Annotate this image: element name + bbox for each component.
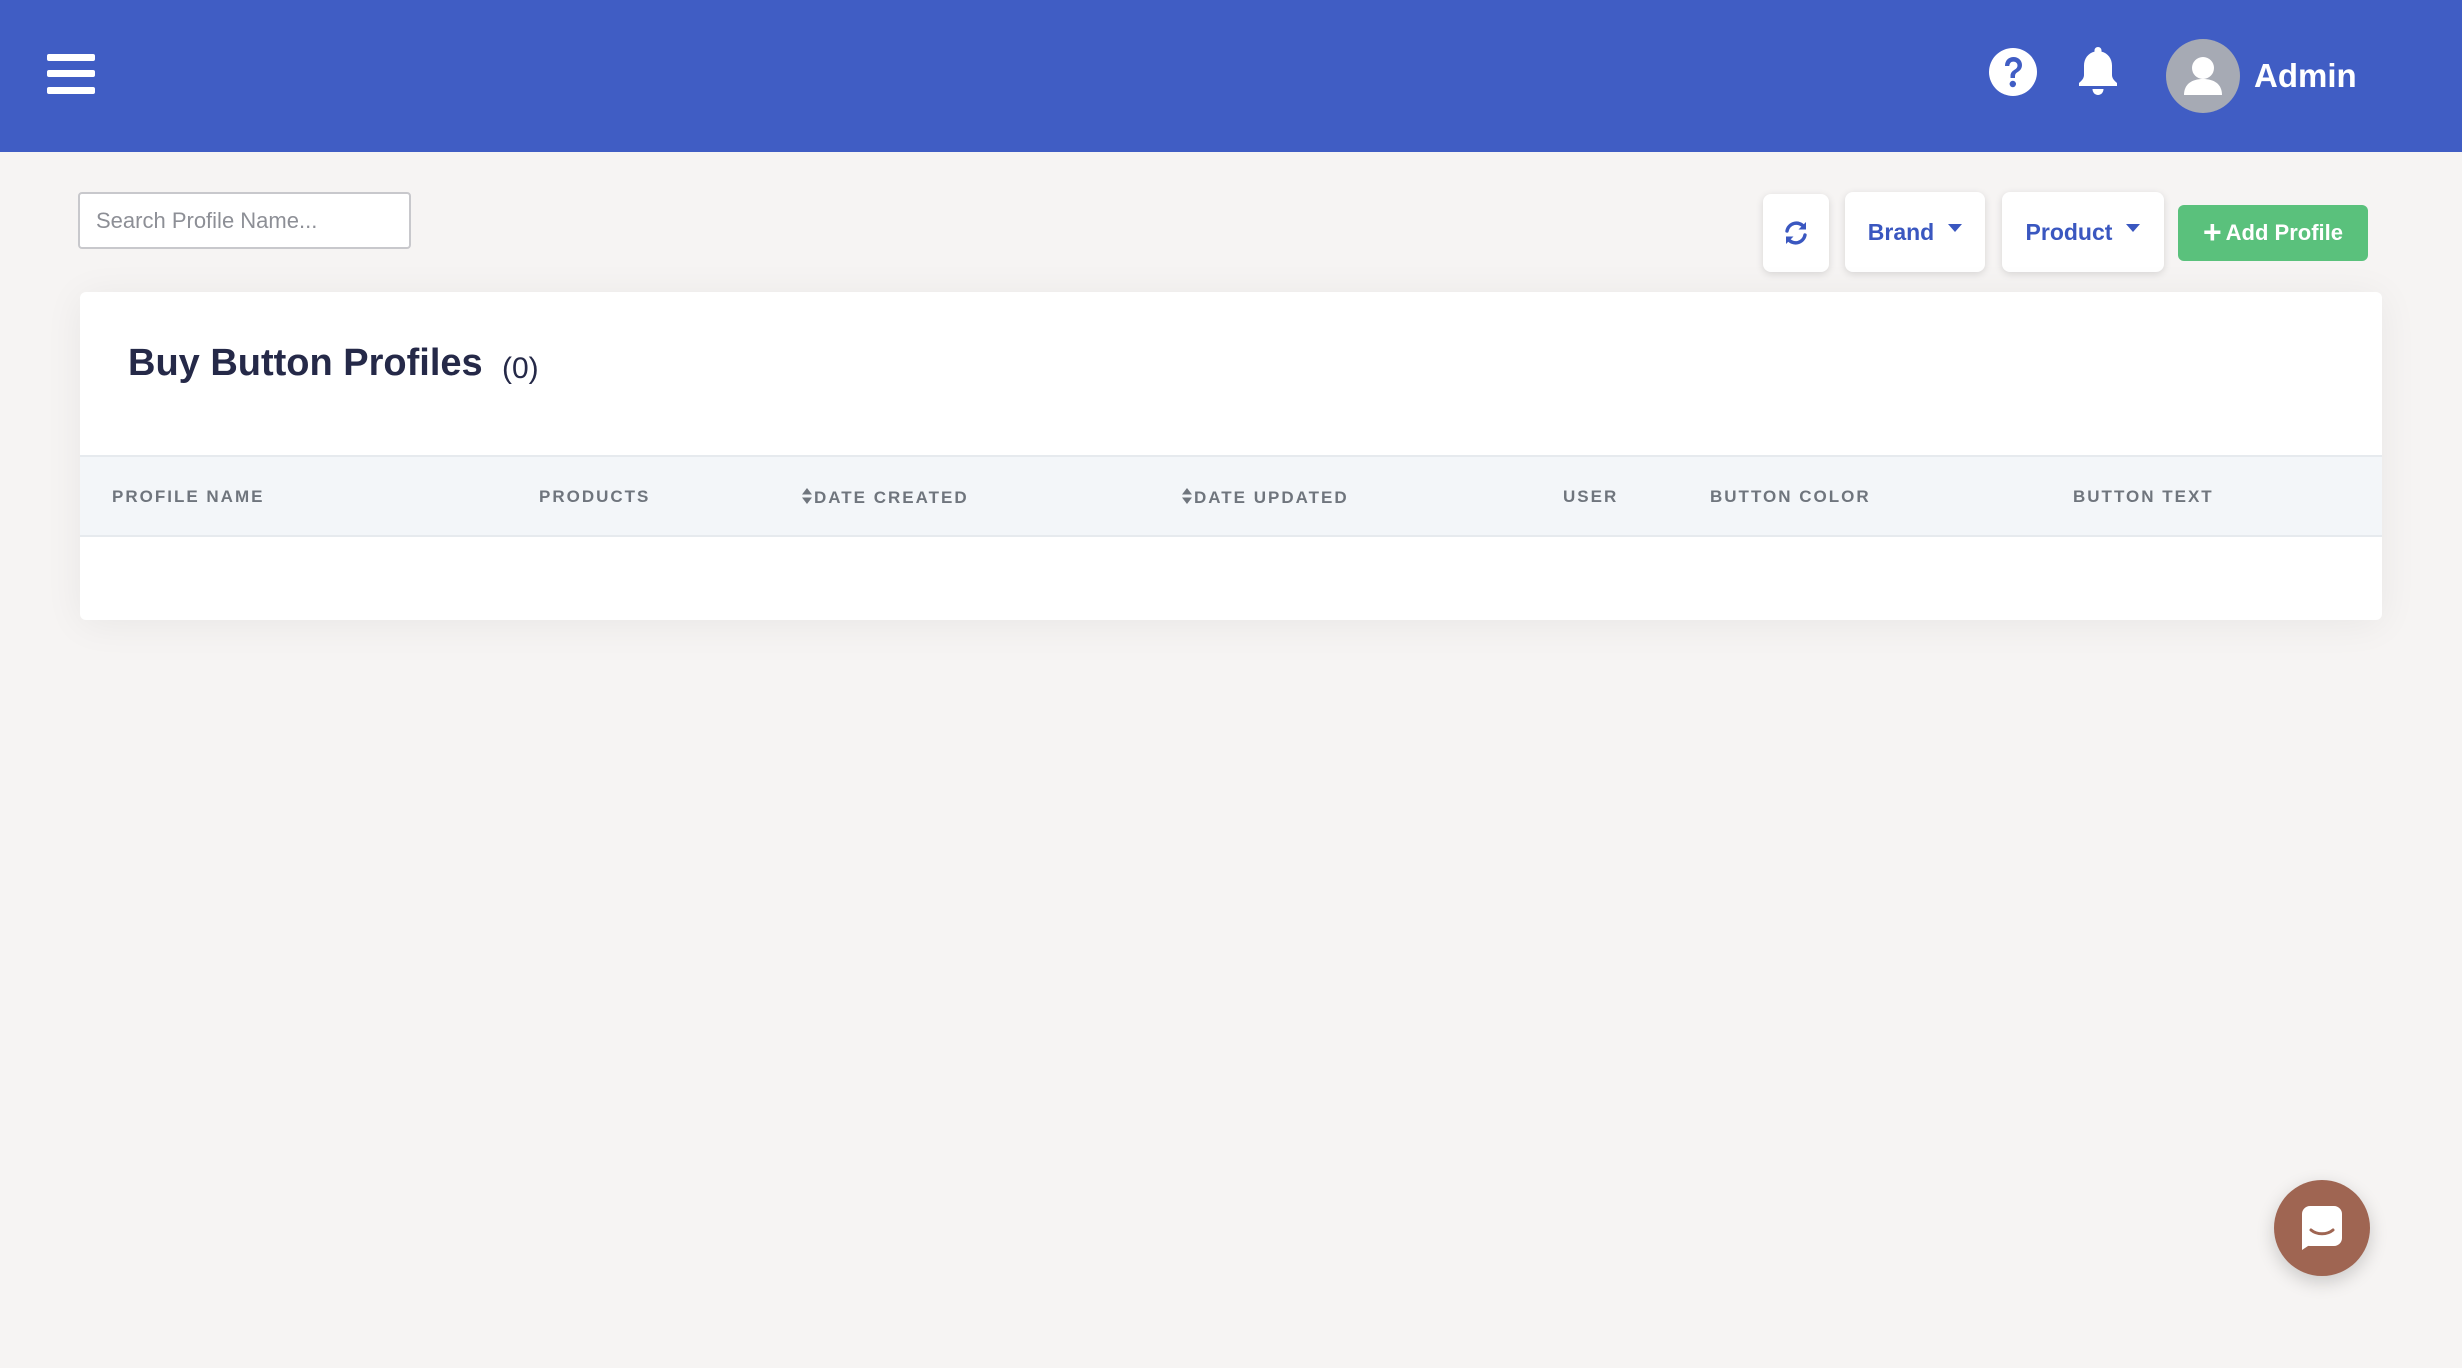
brand-filter-dropdown[interactable]: Brand [1845,192,1985,272]
column-header-date-created[interactable]: DATE CREATED [801,487,969,508]
caret-down-icon [1948,224,1963,232]
help-icon[interactable] [1988,47,2038,97]
caret-down-icon [2126,224,2141,232]
chat-icon [2302,1206,2342,1250]
user-name[interactable]: Admin [2254,57,2357,95]
column-header-date-updated[interactable]: DATE UPDATED [1181,487,1349,508]
column-header-user: USER [1563,487,1619,506]
sort-icon [1182,488,1192,504]
refresh-button[interactable] [1763,194,1829,272]
add-profile-button[interactable]: + Add Profile [2178,205,2368,261]
column-header-profile-name: PROFILE NAME [112,487,265,506]
brand-filter-label: Brand [1867,218,1935,245]
product-filter-dropdown[interactable]: Product [2002,192,2164,272]
add-profile-label: Add Profile [2225,220,2344,245]
top-navbar: Admin [0,0,2462,152]
sort-icon [802,488,812,504]
profile-count: (0) [502,352,539,385]
profiles-card: Buy Button Profiles (0) PROFILE NAME PRO… [80,292,2382,620]
table-header: PROFILE NAME PRODUCTS DATE CREATED DATE … [80,455,2382,537]
bell-icon[interactable] [2073,43,2123,99]
page-title: Buy Button Profiles [128,342,483,384]
user-avatar-icon[interactable] [2166,39,2240,113]
plus-icon: + [2202,213,2222,250]
product-filter-label: Product [2025,218,2113,245]
column-header-button-text: BUTTON TEXT [2073,487,2214,506]
chat-launcher-button[interactable] [2274,1180,2370,1276]
refresh-icon [1785,221,1807,245]
column-header-products: PRODUCTS [539,487,651,506]
search-profile-input[interactable] [78,192,411,249]
hamburger-menu-icon[interactable] [47,52,95,96]
column-header-button-color: BUTTON COLOR [1710,487,1871,506]
